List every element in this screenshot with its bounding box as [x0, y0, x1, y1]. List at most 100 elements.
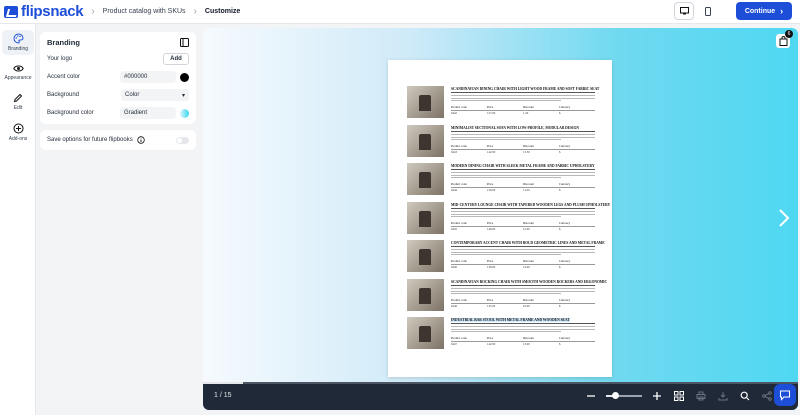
viewer-toolbar: 1 / 15	[203, 382, 798, 410]
table-cell: 138.00	[487, 265, 496, 269]
grid-icon	[674, 391, 684, 401]
zoom-out-button[interactable]	[580, 388, 602, 404]
table-cell: $	[559, 227, 561, 231]
zoom-slider[interactable]	[606, 392, 642, 399]
rail-label-branding: Branding	[7, 46, 28, 52]
catalog-product[interactable]: MINIMALIST SECTIONAL SOFA WITH LOW-PROFI…	[407, 125, 595, 157]
product-divider	[451, 208, 595, 209]
table-cell: 127.00	[487, 111, 496, 115]
gradient-swatch[interactable]	[180, 108, 189, 118]
print-icon	[696, 391, 706, 401]
table-header-cell: Price	[487, 298, 494, 302]
branding-panel: Branding Your logo Add Accent color #000…	[40, 32, 196, 124]
table-cell: $	[559, 304, 561, 308]
product-description-line	[451, 251, 595, 253]
rail-item-appearance[interactable]: Appearance	[2, 61, 34, 84]
table-header-cell: Discount	[523, 336, 534, 340]
download-icon	[718, 392, 728, 401]
product-description-line	[451, 293, 561, 295]
eye-icon	[12, 65, 24, 72]
table-cell: $	[559, 111, 561, 115]
product-table-header: Product code Price Discount Currency	[451, 105, 595, 109]
search-button[interactable]	[734, 388, 756, 404]
product-divider	[451, 131, 595, 132]
plus-icon	[653, 392, 661, 400]
flipsnack-logo[interactable]: flipsnack	[4, 3, 84, 20]
table-header-cell: Currency	[559, 105, 571, 109]
chat-icon	[779, 390, 791, 401]
background-select-value: Color	[125, 92, 140, 98]
mobile-view-button[interactable]	[698, 2, 718, 20]
save-options-toggle[interactable]	[176, 136, 189, 144]
product-table-header: Product code Price Discount Currency	[451, 298, 595, 302]
background-label: Background	[47, 92, 80, 98]
download-button[interactable]	[712, 388, 734, 404]
mobile-icon	[705, 6, 711, 16]
table-header-cell: Price	[487, 221, 494, 225]
catalog-product[interactable]: SCANDINAVIAN ROCKING CHAIR WITH SMOOTH W…	[407, 279, 607, 311]
chat-support-button[interactable]	[774, 384, 796, 406]
product-description-line	[451, 288, 595, 290]
palette-icon	[13, 33, 24, 44]
minus-icon	[587, 395, 595, 397]
product-description-line	[451, 136, 595, 138]
rail-item-branding[interactable]: Branding	[2, 30, 34, 55]
catalog-product[interactable]: MID-CENTURY LOUNGE CHAIR WITH TAPERED WO…	[407, 202, 610, 234]
product-table-row: 0443 142.00 13.50 $	[451, 150, 595, 154]
product-table-row: 0445 148.00 12.00 $	[451, 227, 595, 231]
next-page-arrow-icon[interactable]	[778, 208, 790, 228]
product-title: SCANDINAVIAN ROCKING CHAIR WITH SMOOTH W…	[451, 280, 608, 284]
product-description-line	[451, 174, 595, 176]
table-header-cell: Price	[487, 259, 494, 263]
product-description-line	[451, 211, 595, 213]
zoom-in-button[interactable]	[646, 388, 668, 404]
desktop-view-button[interactable]	[674, 2, 694, 20]
background-select[interactable]: Color ▾	[121, 89, 189, 101]
product-title: CONTEMPORARY ACCENT CHAIR WITH BOLD GEOM…	[451, 241, 605, 245]
catalog-product[interactable]: SCANDINAVIAN DINING CHAIR WITH LIGHT WOO…	[407, 86, 599, 118]
background-color-input[interactable]: Gradient	[120, 107, 176, 119]
product-table-header: Product code Price Discount Currency	[451, 259, 595, 263]
product-table-header: Product code Price Discount Currency	[451, 336, 595, 340]
logo-mark-icon	[4, 5, 18, 18]
product-divider	[451, 285, 595, 286]
rail-item-addons[interactable]: Add-ons	[2, 120, 34, 145]
table-cell: $	[559, 265, 561, 269]
table-header-cell: Price	[487, 336, 494, 340]
catalog-product[interactable]: CONTEMPORARY ACCENT CHAIR WITH BOLD GEOM…	[407, 240, 605, 272]
table-cell: 14.00	[523, 265, 530, 269]
product-description-line	[451, 290, 595, 292]
table-cell: 12.00	[523, 227, 530, 231]
table-cell: $	[559, 342, 561, 346]
table-header-cell: Currency	[559, 221, 571, 225]
product-divider	[451, 92, 595, 93]
product-description-line	[451, 134, 595, 136]
thumbnails-button[interactable]	[668, 388, 690, 404]
product-table-row: 0446 135.00 16.00 $	[451, 304, 595, 308]
catalog-product[interactable]: INDUSTRIAL BAR STOOL WITH METAL FRAME AN…	[407, 317, 595, 349]
continue-button[interactable]: Continue ›	[736, 2, 792, 20]
zoom-slider-knob[interactable]	[611, 392, 619, 399]
shopping-cart-button[interactable]: 6	[776, 30, 793, 48]
chevron-down-icon: ▾	[181, 92, 185, 99]
table-header-cell: Currency	[559, 336, 571, 340]
product-image	[407, 202, 444, 234]
accent-color-input[interactable]: #000000	[120, 71, 176, 83]
rail-item-edit[interactable]: Edit	[2, 90, 34, 114]
share-icon	[762, 391, 772, 401]
info-icon[interactable]	[137, 136, 145, 144]
add-logo-button[interactable]: Add	[163, 53, 189, 65]
catalog-product[interactable]: MODERN DINING CHAIR WITH SLEEK METAL FRA…	[407, 163, 595, 195]
background-color-label: Background color	[47, 110, 94, 116]
product-table-row: 0447 142.00 13.00 $	[451, 342, 595, 346]
plus-circle-icon	[13, 123, 23, 134]
accent-color-swatch[interactable]	[180, 72, 189, 82]
print-button[interactable]	[690, 388, 712, 404]
page-progress-track[interactable]	[203, 382, 798, 384]
product-description-line	[451, 177, 561, 179]
catalog-page: SCANDINAVIAN DINING CHAIR WITH LIGHT WOO…	[388, 60, 612, 377]
breadcrumb-catalog[interactable]: Product catalog with SKUs	[103, 8, 186, 15]
table-header-cell: Price	[487, 105, 494, 109]
table-header-cell: Discount	[523, 105, 534, 109]
collapse-panel-icon[interactable]	[180, 38, 189, 47]
